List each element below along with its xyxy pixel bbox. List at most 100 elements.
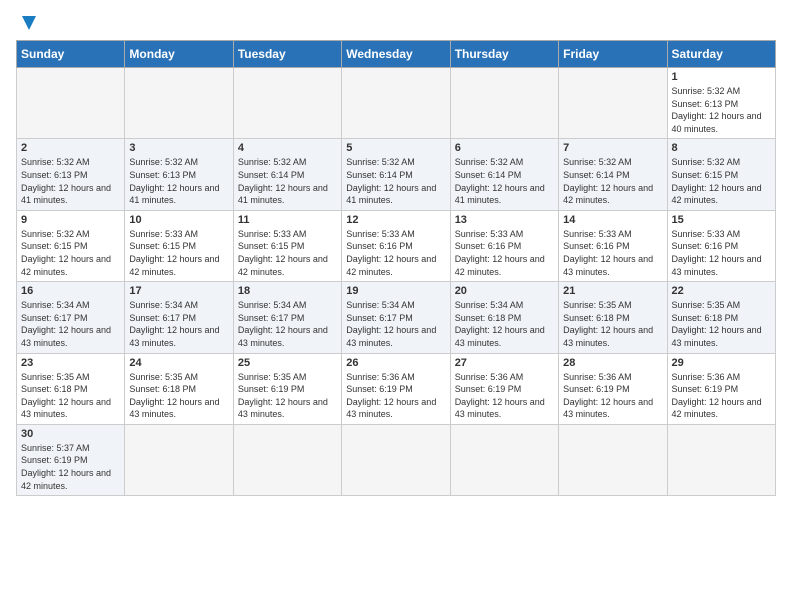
day-info: Sunrise: 5:34 AM Sunset: 6:18 PM Dayligh… — [455, 299, 554, 349]
calendar-day-cell: 10 Sunrise: 5:33 AM Sunset: 6:15 PM Dayli… — [125, 210, 233, 281]
calendar-day-cell — [450, 424, 558, 495]
day-number: 27 — [455, 357, 554, 369]
day-number: 6 — [455, 142, 554, 154]
weekday-header-monday: Monday — [125, 41, 233, 68]
weekday-header-saturday: Saturday — [667, 41, 775, 68]
calendar-table: SundayMondayTuesdayWednesdayThursdayFrid… — [16, 40, 776, 496]
calendar-day-cell: 18 Sunrise: 5:34 AM Sunset: 6:17 PM Dayli… — [233, 282, 341, 353]
calendar-week-row: 2 Sunrise: 5:32 AM Sunset: 6:13 PM Daylig… — [17, 139, 776, 210]
day-number: 3 — [129, 142, 228, 154]
day-number: 5 — [346, 142, 445, 154]
calendar-day-cell — [342, 424, 450, 495]
calendar-day-cell: 4 Sunrise: 5:32 AM Sunset: 6:14 PM Daylig… — [233, 139, 341, 210]
weekday-header-friday: Friday — [559, 41, 667, 68]
weekday-header-row: SundayMondayTuesdayWednesdayThursdayFrid… — [17, 41, 776, 68]
calendar-day-cell — [667, 424, 775, 495]
day-number: 13 — [455, 214, 554, 226]
calendar-week-row: 9 Sunrise: 5:32 AM Sunset: 6:15 PM Daylig… — [17, 210, 776, 281]
calendar-day-cell: 27 Sunrise: 5:36 AM Sunset: 6:19 PM Dayli… — [450, 353, 558, 424]
day-info: Sunrise: 5:37 AM Sunset: 6:19 PM Dayligh… — [21, 442, 120, 492]
day-info: Sunrise: 5:36 AM Sunset: 6:19 PM Dayligh… — [563, 371, 662, 421]
day-number: 17 — [129, 285, 228, 297]
day-number: 25 — [238, 357, 337, 369]
header — [16, 16, 776, 34]
calendar-day-cell — [559, 68, 667, 139]
calendar-day-cell: 23Sunrise: 5:35 AM Sunset: 6:18 PM Dayli… — [17, 353, 125, 424]
day-info: Sunrise: 5:35 AM Sunset: 6:19 PM Dayligh… — [238, 371, 337, 421]
weekday-header-wednesday: Wednesday — [342, 41, 450, 68]
day-number: 22 — [672, 285, 771, 297]
day-info: Sunrise: 5:32 AM Sunset: 6:14 PM Dayligh… — [346, 156, 445, 206]
calendar-day-cell — [450, 68, 558, 139]
calendar-day-cell: 26 Sunrise: 5:36 AM Sunset: 6:19 PM Dayli… — [342, 353, 450, 424]
calendar-day-cell: 9 Sunrise: 5:32 AM Sunset: 6:15 PM Daylig… — [17, 210, 125, 281]
day-info: Sunrise: 5:35 AM Sunset: 6:18 PM Dayligh… — [672, 299, 771, 349]
day-number: 19 — [346, 285, 445, 297]
calendar-day-cell: 7 Sunrise: 5:32 AM Sunset: 6:14 PM Daylig… — [559, 139, 667, 210]
day-number: 14 — [563, 214, 662, 226]
calendar-day-cell: 17 Sunrise: 5:34 AM Sunset: 6:17 PM Dayli… — [125, 282, 233, 353]
day-info: Sunrise: 5:34 AM Sunset: 6:17 PM Dayligh… — [238, 299, 337, 349]
calendar-day-cell: 15 Sunrise: 5:33 AM Sunset: 6:16 PM Dayli… — [667, 210, 775, 281]
day-number: 20 — [455, 285, 554, 297]
day-number: 7 — [563, 142, 662, 154]
day-number: 12 — [346, 214, 445, 226]
day-info: Sunrise: 5:32 AM Sunset: 6:14 PM Dayligh… — [563, 156, 662, 206]
calendar-day-cell: 14 Sunrise: 5:33 AM Sunset: 6:16 PM Dayli… — [559, 210, 667, 281]
day-number: 29 — [672, 357, 771, 369]
calendar-day-cell: 16Sunrise: 5:34 AM Sunset: 6:17 PM Dayli… — [17, 282, 125, 353]
calendar-day-cell — [559, 424, 667, 495]
logo-triangle-icon — [18, 12, 40, 34]
calendar-day-cell: 24Sunrise: 5:35 AM Sunset: 6:18 PM Dayli… — [125, 353, 233, 424]
calendar-week-row: 23Sunrise: 5:35 AM Sunset: 6:18 PM Dayli… — [17, 353, 776, 424]
day-info: Sunrise: 5:33 AM Sunset: 6:15 PM Dayligh… — [129, 228, 228, 278]
calendar-week-row: 1Sunrise: 5:32 AM Sunset: 6:13 PM Daylig… — [17, 68, 776, 139]
day-info: Sunrise: 5:32 AM Sunset: 6:14 PM Dayligh… — [238, 156, 337, 206]
weekday-header-tuesday: Tuesday — [233, 41, 341, 68]
day-number: 10 — [129, 214, 228, 226]
day-info: Sunrise: 5:32 AM Sunset: 6:13 PM Dayligh… — [129, 156, 228, 206]
day-number: 18 — [238, 285, 337, 297]
weekday-header-sunday: Sunday — [17, 41, 125, 68]
day-number: 26 — [346, 357, 445, 369]
day-info: Sunrise: 5:35 AM Sunset: 6:18 PM Dayligh… — [21, 371, 120, 421]
day-info: Sunrise: 5:35 AM Sunset: 6:18 PM Dayligh… — [563, 299, 662, 349]
day-info: Sunrise: 5:32 AM Sunset: 6:15 PM Dayligh… — [672, 156, 771, 206]
calendar-day-cell — [233, 68, 341, 139]
day-info: Sunrise: 5:32 AM Sunset: 6:13 PM Dayligh… — [21, 156, 120, 206]
day-info: Sunrise: 5:36 AM Sunset: 6:19 PM Dayligh… — [672, 371, 771, 421]
day-info: Sunrise: 5:32 AM Sunset: 6:15 PM Dayligh… — [21, 228, 120, 278]
calendar-day-cell: 30 Sunrise: 5:37 AM Sunset: 6:19 PM Dayli… — [17, 424, 125, 495]
calendar-day-cell: 11 Sunrise: 5:33 AM Sunset: 6:15 PM Dayli… — [233, 210, 341, 281]
calendar-day-cell: 2 Sunrise: 5:32 AM Sunset: 6:13 PM Daylig… — [17, 139, 125, 210]
calendar-day-cell: 29 Sunrise: 5:36 AM Sunset: 6:19 PM Dayli… — [667, 353, 775, 424]
day-number: 2 — [21, 142, 120, 154]
day-number: 15 — [672, 214, 771, 226]
calendar-day-cell: 3 Sunrise: 5:32 AM Sunset: 6:13 PM Daylig… — [125, 139, 233, 210]
calendar-day-cell: 13Sunrise: 5:33 AM Sunset: 6:16 PM Dayli… — [450, 210, 558, 281]
day-info: Sunrise: 5:36 AM Sunset: 6:19 PM Dayligh… — [346, 371, 445, 421]
calendar-day-cell: 21 Sunrise: 5:35 AM Sunset: 6:18 PM Dayli… — [559, 282, 667, 353]
day-number: 9 — [21, 214, 120, 226]
day-info: Sunrise: 5:34 AM Sunset: 6:17 PM Dayligh… — [129, 299, 228, 349]
day-info: Sunrise: 5:33 AM Sunset: 6:16 PM Dayligh… — [672, 228, 771, 278]
day-number: 28 — [563, 357, 662, 369]
calendar-day-cell — [233, 424, 341, 495]
calendar-day-cell: 25 Sunrise: 5:35 AM Sunset: 6:19 PM Dayli… — [233, 353, 341, 424]
day-info: Sunrise: 5:33 AM Sunset: 6:16 PM Dayligh… — [563, 228, 662, 278]
calendar-day-cell: 28 Sunrise: 5:36 AM Sunset: 6:19 PM Dayli… — [559, 353, 667, 424]
calendar-day-cell: 22 Sunrise: 5:35 AM Sunset: 6:18 PM Dayli… — [667, 282, 775, 353]
day-number: 4 — [238, 142, 337, 154]
day-info: Sunrise: 5:32 AM Sunset: 6:13 PM Dayligh… — [672, 85, 771, 135]
calendar-day-cell — [342, 68, 450, 139]
calendar-day-cell — [125, 424, 233, 495]
day-number: 11 — [238, 214, 337, 226]
day-info: Sunrise: 5:34 AM Sunset: 6:17 PM Dayligh… — [346, 299, 445, 349]
calendar-day-cell — [17, 68, 125, 139]
day-number: 30 — [21, 428, 120, 440]
day-info: Sunrise: 5:33 AM Sunset: 6:15 PM Dayligh… — [238, 228, 337, 278]
day-number: 21 — [563, 285, 662, 297]
day-info: Sunrise: 5:36 AM Sunset: 6:19 PM Dayligh… — [455, 371, 554, 421]
logo — [16, 16, 40, 34]
calendar-day-cell: 1Sunrise: 5:32 AM Sunset: 6:13 PM Daylig… — [667, 68, 775, 139]
